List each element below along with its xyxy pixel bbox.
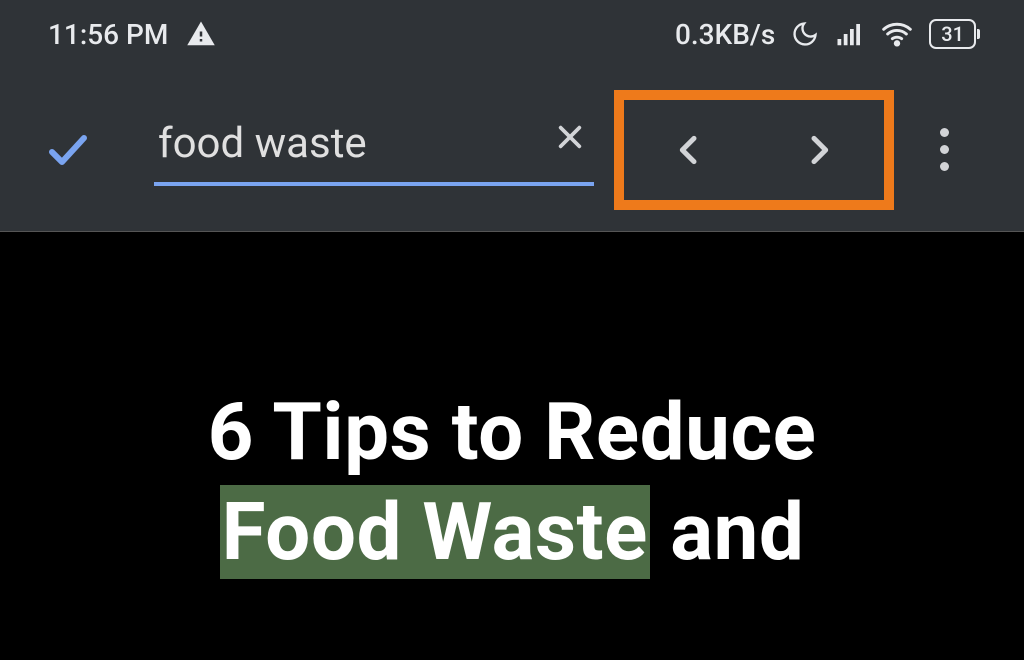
search-input[interactable] bbox=[154, 113, 594, 186]
headline-part1: 6 Tips to Reduce bbox=[208, 385, 817, 479]
more-options-icon[interactable] bbox=[914, 128, 974, 171]
find-prev-button[interactable] bbox=[624, 100, 754, 200]
page-content: 6 Tips to Reduce Food Waste and bbox=[0, 232, 1024, 660]
status-time: 11:56 PM bbox=[48, 18, 168, 51]
find-next-button[interactable] bbox=[754, 100, 884, 200]
wifi-icon bbox=[881, 18, 913, 50]
alert-icon bbox=[186, 19, 216, 49]
status-right: 0.3KB/s 31 bbox=[675, 18, 976, 51]
dnd-moon-icon bbox=[791, 20, 819, 48]
clear-icon[interactable] bbox=[552, 119, 588, 155]
nav-buttons-highlight-annotation bbox=[614, 90, 894, 210]
confirm-checkmark-icon[interactable] bbox=[42, 124, 94, 176]
headline-part2: and bbox=[650, 485, 805, 579]
article-headline: 6 Tips to Reduce Food Waste and bbox=[120, 382, 904, 582]
battery-indicator: 31 bbox=[929, 19, 976, 49]
find-in-page-bar bbox=[0, 68, 1024, 232]
battery-percent: 31 bbox=[941, 22, 964, 46]
search-input-wrap bbox=[154, 113, 594, 186]
signal-icon bbox=[835, 19, 865, 49]
status-left: 11:56 PM bbox=[48, 18, 216, 51]
headline-highlighted-match: Food Waste bbox=[220, 485, 650, 579]
data-speed: 0.3KB/s bbox=[675, 18, 775, 51]
status-bar: 11:56 PM 0.3KB/s 31 bbox=[0, 0, 1024, 68]
